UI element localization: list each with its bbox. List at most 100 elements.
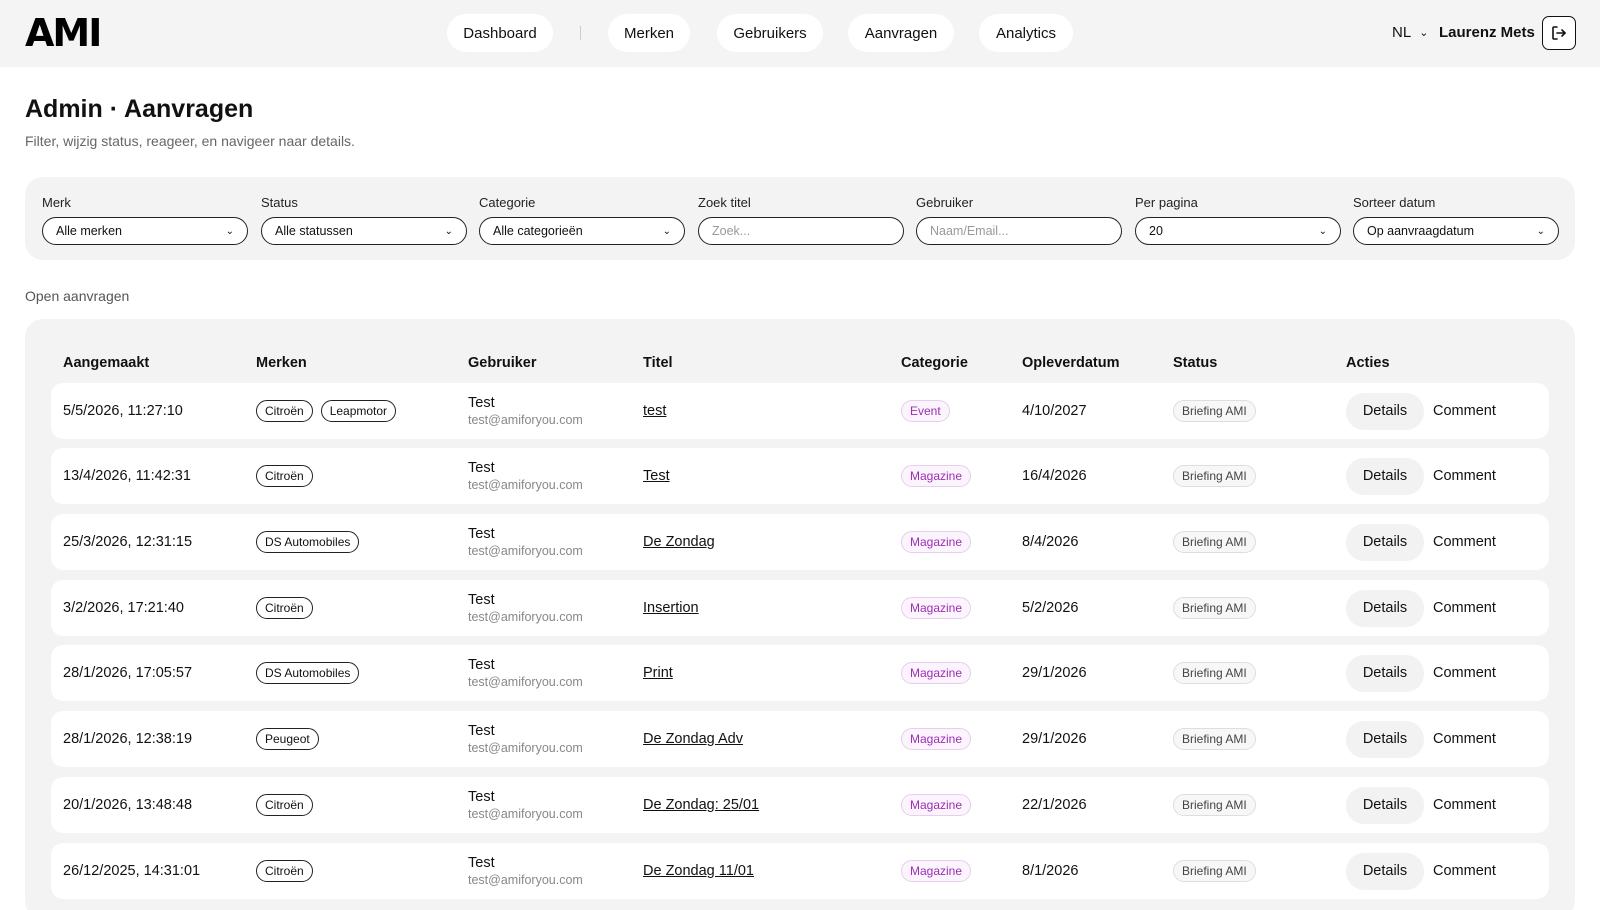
comment-button[interactable]: Comment	[1433, 797, 1496, 813]
table-row: 25/3/2026, 12:31:15 DS Automobiles Test tes…	[51, 514, 1549, 570]
brand-chip: DS Automobiles	[256, 662, 360, 684]
user-name: Test	[468, 656, 495, 673]
request-title-link[interactable]: De Zondag 11/01	[643, 863, 754, 879]
comment-button[interactable]: Comment	[1433, 534, 1496, 550]
details-button[interactable]: Details	[1346, 523, 1424, 561]
status-cell: Briefing AMI	[1173, 843, 1256, 899]
request-title-link[interactable]: test	[643, 403, 666, 419]
filter-merk: Merk Alle merken ⌄	[42, 195, 248, 245]
category-cell: Event	[901, 383, 950, 439]
comment-button[interactable]: Comment	[1433, 600, 1496, 616]
chevron-down-icon: ⌄	[1318, 225, 1327, 237]
details-button[interactable]: Details	[1346, 852, 1424, 890]
input-placeholder: Naam/Email...	[930, 224, 1009, 238]
request-title-link[interactable]: Insertion	[643, 600, 699, 616]
status-badge: Briefing AMI	[1173, 662, 1256, 684]
logout-icon	[1552, 26, 1566, 40]
title-cell: De Zondag	[643, 514, 715, 570]
select-value: Alle statussen	[275, 224, 353, 238]
request-title-link[interactable]: Print	[643, 665, 673, 681]
request-title-link[interactable]: De Zondag	[643, 534, 715, 550]
filter-label: Zoek titel	[698, 195, 751, 210]
request-title-link[interactable]: Test	[643, 468, 670, 484]
created-date: 28/1/2026, 17:05:57	[63, 665, 193, 681]
brand-chip: DS Automobiles	[256, 531, 360, 553]
category-badge: Magazine	[901, 860, 972, 882]
filter-categorie: Categorie Alle categorieën ⌄	[479, 195, 685, 245]
comment-button[interactable]: Comment	[1433, 468, 1496, 484]
brands-cell: Citroën Leapmotor	[256, 383, 404, 439]
column-header-merken: Merken	[256, 355, 307, 371]
nav-merken[interactable]: Merken	[608, 14, 690, 52]
table-row: 20/1/2026, 13:48:48 Citroën Test test@amifo…	[51, 777, 1549, 833]
user-search-input[interactable]: Naam/Email...	[916, 217, 1122, 245]
chevron-down-icon: ⌄	[444, 225, 453, 237]
details-button[interactable]: Details	[1346, 720, 1424, 758]
status-badge: Briefing AMI	[1173, 400, 1256, 422]
chevron-down-icon: ⌄	[1536, 225, 1545, 237]
table-row: 28/1/2026, 17:05:57 DS Automobiles Test tes…	[51, 645, 1549, 701]
details-button[interactable]: Details	[1346, 589, 1424, 627]
filter-label: Sorteer datum	[1353, 195, 1436, 210]
user-name: Test	[468, 525, 495, 542]
category-cell: Magazine	[901, 645, 972, 701]
delivery-date: 22/1/2026	[1022, 797, 1087, 813]
filter-label: Merk	[42, 195, 71, 210]
category-badge: Magazine	[901, 597, 972, 619]
user-cell: Test test@amiforyou.com	[468, 514, 583, 570]
comment-button[interactable]: Comment	[1433, 665, 1496, 681]
nav-aanvragen[interactable]: Aanvragen	[848, 14, 954, 52]
created-date: 25/3/2026, 12:31:15	[63, 534, 193, 550]
title-search-input[interactable]: Zoek...	[698, 217, 904, 245]
created-date: 13/4/2026, 11:42:31	[63, 468, 191, 484]
brands-cell: Citroën	[256, 580, 321, 636]
table-row: 3/2/2026, 17:21:40 Citroën Test test@amifor…	[51, 580, 1549, 636]
table-row: 26/12/2025, 14:31:01 Citroën Test test@amif…	[51, 843, 1549, 899]
user-cell: Test test@amiforyou.com	[468, 645, 583, 701]
request-title-link[interactable]: De Zondag: 25/01	[643, 797, 759, 813]
brand-chip: Citroën	[256, 465, 313, 487]
brand-chip: Citroën	[256, 794, 313, 816]
delivery-date: 8/4/2026	[1022, 534, 1079, 550]
user-email: test@amiforyou.com	[468, 543, 583, 558]
nav-analytics[interactable]: Analytics	[979, 14, 1073, 52]
select-value: Alle merken	[56, 224, 122, 238]
ami-logo[interactable]: AMI	[25, 14, 102, 52]
merk-select[interactable]: Alle merken ⌄	[42, 217, 248, 245]
status-cell: Briefing AMI	[1173, 711, 1256, 767]
category-cell: Magazine	[901, 448, 972, 504]
language-selector[interactable]: NL ⌄	[1392, 24, 1428, 41]
actions-cell: Details Comment	[1346, 514, 1496, 570]
user-name: Test	[468, 722, 495, 739]
details-button[interactable]: Details	[1346, 786, 1424, 824]
brands-cell: DS Automobiles	[256, 514, 367, 570]
sort-date-select[interactable]: Op aanvraagdatum ⌄	[1353, 217, 1559, 245]
logout-button[interactable]	[1542, 16, 1576, 50]
chevron-down-icon: ⌄	[225, 225, 234, 237]
delivery-date: 5/2/2026	[1022, 600, 1079, 616]
user-name: Test	[468, 394, 495, 411]
brands-cell: Citroën	[256, 448, 321, 504]
comment-button[interactable]: Comment	[1433, 403, 1496, 419]
delivery-date: 29/1/2026	[1022, 731, 1087, 747]
category-badge: Event	[901, 400, 950, 422]
category-cell: Magazine	[901, 514, 972, 570]
actions-cell: Details Comment	[1346, 448, 1496, 504]
status-badge: Briefing AMI	[1173, 860, 1256, 882]
details-button[interactable]: Details	[1346, 654, 1424, 692]
request-title-link[interactable]: De Zondag Adv	[643, 731, 743, 747]
title-cell: De Zondag Adv	[643, 711, 743, 767]
user-email: test@amiforyou.com	[468, 806, 583, 821]
comment-button[interactable]: Comment	[1433, 731, 1496, 747]
details-button[interactable]: Details	[1346, 457, 1424, 495]
brand-chip: Citroën	[256, 597, 313, 619]
nav-gebruikers[interactable]: Gebruikers	[717, 14, 823, 52]
nav-dashboard[interactable]: Dashboard	[447, 14, 553, 52]
status-select[interactable]: Alle statussen ⌄	[261, 217, 467, 245]
created-date: 5/5/2026, 11:27:10	[63, 403, 183, 419]
category-cell: Magazine	[901, 843, 972, 899]
details-button[interactable]: Details	[1346, 392, 1424, 430]
categorie-select[interactable]: Alle categorieën ⌄	[479, 217, 685, 245]
comment-button[interactable]: Comment	[1433, 863, 1496, 879]
per-page-select[interactable]: 20 ⌄	[1135, 217, 1341, 245]
